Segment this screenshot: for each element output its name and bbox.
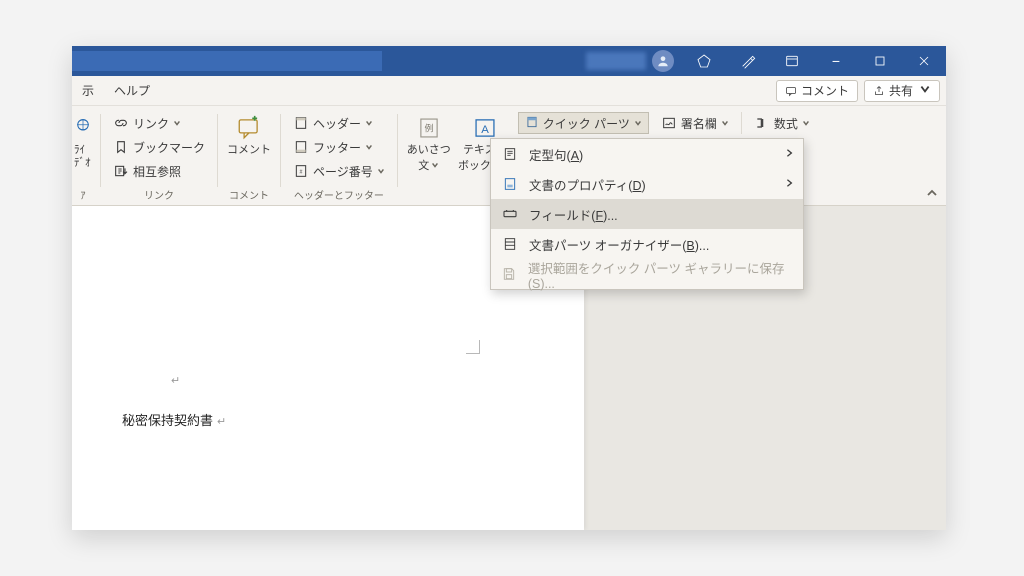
- new-comment-icon: [234, 114, 264, 142]
- chevron-down-icon: [365, 116, 373, 130]
- title-bar: −: [72, 46, 946, 76]
- tab-help[interactable]: ヘルプ: [104, 76, 160, 106]
- svg-text:例: 例: [424, 122, 433, 133]
- link-button[interactable]: リンク: [109, 112, 209, 134]
- link-icon: [113, 115, 129, 131]
- menu-item-save-selection: 選択範囲をクイック パーツ ギャラリーに保存(S)...: [491, 259, 803, 289]
- chevron-down-icon: [377, 164, 385, 178]
- ribbon-mode-icon[interactable]: [770, 46, 814, 76]
- signature-icon: [661, 115, 677, 131]
- chevron-down-icon: [365, 140, 373, 154]
- document-title-text[interactable]: 秘密保持契約書 ↵: [122, 410, 226, 429]
- submenu-arrow-icon: [785, 177, 793, 191]
- menu-item-document-property[interactable]: 文書のプロパティ(D): [491, 169, 803, 199]
- user-name-blurred: [586, 52, 646, 70]
- comments-button[interactable]: コメント: [776, 80, 858, 102]
- ribbon-tabs-row: 示 ヘルプ コメント 共有: [72, 76, 946, 106]
- menu-item-autotext[interactable]: 定型句(A): [491, 139, 803, 169]
- ribbon-group-header-footer: ヘッダー フッター # ページ番号: [281, 106, 397, 205]
- chevron-down-icon: [919, 83, 931, 98]
- header-icon: [293, 115, 309, 131]
- minimize-button[interactable]: −: [814, 46, 858, 76]
- bookmark-icon: [113, 139, 129, 155]
- footer-button[interactable]: フッター: [289, 136, 389, 158]
- page-number-button[interactable]: # ページ番号: [289, 160, 389, 182]
- ribbon-group-label-comments: コメント: [226, 185, 272, 205]
- ribbon-group-label-headerfooter: ヘッダーとフッター: [289, 185, 389, 205]
- ribbon-group-label-links: リンク: [109, 185, 209, 205]
- autotext-icon: [501, 146, 519, 162]
- tab-view-partial[interactable]: 示: [72, 76, 104, 106]
- signature-line-button[interactable]: 署名欄: [657, 112, 733, 134]
- bookmark-button[interactable]: ブックマーク: [109, 136, 209, 158]
- titlebar-address-box: [72, 51, 382, 71]
- chevron-down-icon: [802, 116, 810, 130]
- field-icon: [501, 206, 519, 222]
- paragraph-mark: ↵: [171, 374, 180, 387]
- share-button[interactable]: 共有: [864, 80, 940, 102]
- cross-reference-icon: [113, 163, 129, 179]
- share-button-label: 共有: [889, 82, 913, 99]
- close-button[interactable]: [902, 46, 946, 76]
- chevron-down-icon: [173, 116, 181, 130]
- footer-icon: [293, 139, 309, 155]
- quick-parts-icon: [525, 115, 539, 132]
- submenu-arrow-icon: [785, 147, 793, 161]
- equation-icon: [754, 115, 770, 131]
- svg-text:A: A: [481, 124, 489, 136]
- maximize-button[interactable]: [858, 46, 902, 76]
- document-property-icon: [501, 176, 519, 192]
- collapse-ribbon-button[interactable]: [924, 185, 940, 201]
- new-comment-button[interactable]: コメント: [226, 112, 272, 160]
- organizer-icon: [501, 236, 519, 252]
- chevron-down-icon: [634, 116, 642, 130]
- svg-text:#: #: [300, 170, 303, 176]
- quick-parts-menu: 定型句(A) 文書のプロパティ(D) フィールド(F)... 文書パーツ オーガ…: [490, 138, 804, 290]
- page-number-icon: #: [293, 163, 309, 179]
- greeting-icon: 例: [414, 114, 444, 142]
- cross-reference-button[interactable]: 相互参照: [109, 160, 209, 182]
- equation-button[interactable]: 数式: [750, 112, 814, 134]
- ribbon-group-links: リンク ブックマーク 相互参照: [101, 106, 217, 205]
- quick-parts-button[interactable]: クイック パーツ: [518, 112, 649, 134]
- header-button[interactable]: ヘッダー: [289, 112, 389, 134]
- ribbon-group-comments: コメント コメント: [218, 106, 280, 205]
- ribbon-group-media-partial: ﾗｲ ﾃﾞｵ ｱ: [72, 106, 100, 205]
- chevron-down-icon: [431, 160, 439, 174]
- greeting-line-button[interactable]: 例 あいさつ 文: [406, 112, 452, 176]
- menu-item-building-blocks-organizer[interactable]: 文書パーツ オーガナイザー(B)...: [491, 229, 803, 259]
- draw-icon[interactable]: [726, 46, 770, 76]
- premium-icon[interactable]: [682, 46, 726, 76]
- chevron-down-icon: [721, 116, 729, 130]
- user-avatar[interactable]: [652, 50, 674, 72]
- comments-button-label: コメント: [801, 82, 849, 99]
- menu-item-field[interactable]: フィールド(F)...: [491, 199, 803, 229]
- online-video-icon[interactable]: [74, 118, 92, 144]
- save-icon: [501, 266, 518, 282]
- margin-crop-mark: [466, 340, 480, 354]
